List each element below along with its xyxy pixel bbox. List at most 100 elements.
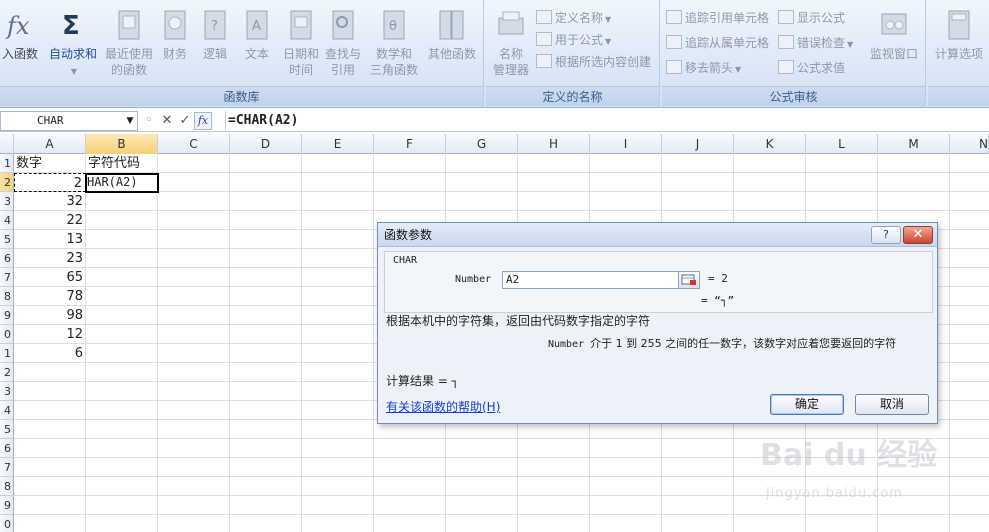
cell-b1[interactable]: 字符代码 bbox=[86, 154, 158, 173]
evaluate-formula-button[interactable]: 公式求值 bbox=[778, 58, 845, 78]
ok-button[interactable]: 确定 bbox=[770, 394, 844, 415]
trace-precedents-button[interactable]: 追踪引用单元格 bbox=[666, 8, 769, 28]
evaluate-formula-icon bbox=[778, 60, 794, 74]
book-icon bbox=[164, 10, 186, 40]
row-header[interactable]: 6 bbox=[0, 249, 13, 268]
cell-a4[interactable]: 22 bbox=[14, 211, 86, 230]
column-header-l[interactable]: L bbox=[806, 134, 878, 154]
datetime-button[interactable]: 日期和 时间 bbox=[280, 6, 322, 82]
calc-options-button[interactable]: 计算选项 bbox=[930, 6, 988, 82]
cell-a7[interactable]: 65 bbox=[14, 268, 86, 287]
row-header[interactable]: 3 bbox=[0, 382, 13, 401]
cell-a2[interactable]: 2 bbox=[14, 173, 86, 192]
more-functions-button[interactable]: 其他函数 bbox=[424, 6, 480, 82]
math-button[interactable]: θ 数学和 三角函数 bbox=[364, 6, 424, 82]
row-header[interactable]: 8 bbox=[0, 477, 13, 496]
column-header-k[interactable]: K bbox=[734, 134, 806, 154]
cell-b2-editing[interactable]: HAR(A2) bbox=[85, 173, 159, 193]
column-header-c[interactable]: C bbox=[158, 134, 230, 154]
select-all-corner[interactable] bbox=[0, 134, 14, 154]
error-checking-icon bbox=[778, 35, 794, 49]
formula-input[interactable]: =CHAR(A2) bbox=[225, 111, 989, 131]
column-header-d[interactable]: D bbox=[230, 134, 302, 154]
close-icon[interactable]: ✕ bbox=[903, 226, 933, 244]
math-label-2: 三角函数 bbox=[369, 63, 418, 77]
define-name-button[interactable]: 定义名称 ▼ bbox=[536, 8, 611, 28]
name-manager-button[interactable]: 名称 管理器 bbox=[488, 6, 534, 82]
row-header[interactable]: 7 bbox=[0, 268, 13, 287]
use-in-formula-button[interactable]: 用于公式 ▼ bbox=[536, 30, 611, 50]
create-from-selection-label: 根据所选内容创建 bbox=[555, 55, 652, 69]
collapse-dialog-icon[interactable] bbox=[678, 271, 700, 289]
remove-arrows-button[interactable]: 移去箭头 ▼ bbox=[666, 58, 741, 78]
row-header[interactable]: 4 bbox=[0, 211, 13, 230]
number-arg-value: = 2 bbox=[708, 272, 728, 285]
cell-a1[interactable]: 数字 bbox=[14, 154, 86, 173]
expand-icon[interactable]: ◦ bbox=[140, 111, 158, 131]
lookup-label-1: 查找与 bbox=[324, 47, 361, 61]
autosum-button[interactable]: Σ 自动求和 ▼ bbox=[44, 6, 102, 82]
row-header[interactable]: 0 bbox=[0, 325, 13, 344]
cell-a6[interactable]: 23 bbox=[14, 249, 86, 268]
book-icon: θ bbox=[383, 10, 405, 40]
name-manager-label-2: 管理器 bbox=[492, 63, 529, 77]
column-header-e[interactable]: E bbox=[302, 134, 374, 154]
insert-function-button[interactable]: fx 入函数 bbox=[0, 6, 40, 82]
show-formulas-button[interactable]: 显示公式 bbox=[778, 8, 845, 28]
row-header[interactable]: 6 bbox=[0, 439, 13, 458]
help-icon[interactable]: ? bbox=[871, 226, 901, 244]
cancel-button[interactable]: 取消 bbox=[855, 394, 929, 415]
cell-a5[interactable]: 13 bbox=[14, 230, 86, 249]
text-functions-button[interactable]: A 文本 bbox=[240, 6, 274, 82]
lookup-button[interactable]: 查找与 引用 bbox=[322, 6, 364, 82]
error-checking-button[interactable]: 错误检查 ▼ bbox=[778, 33, 853, 53]
watermark-url: jingyan.baidu.com bbox=[766, 486, 903, 501]
cancel-icon[interactable]: ✕ bbox=[158, 111, 176, 131]
row-header[interactable]: 1 bbox=[0, 154, 13, 173]
recent-functions-button[interactable]: 最近使用 的函数 bbox=[103, 6, 155, 82]
row-headers: 1 2 3 4 5 6 7 8 9 0 1 2 3 4 5 6 7 8 9 0 bbox=[0, 154, 14, 532]
row-header[interactable]: 8 bbox=[0, 287, 13, 306]
number-arg-input[interactable]: A2 bbox=[502, 271, 694, 289]
column-header-m[interactable]: M bbox=[878, 134, 950, 154]
cell-a8[interactable]: 78 bbox=[14, 287, 86, 306]
column-header-b[interactable]: B bbox=[86, 134, 158, 154]
row-header[interactable]: 7 bbox=[0, 458, 13, 477]
row-header[interactable]: 1 bbox=[0, 344, 13, 363]
column-header-i[interactable]: I bbox=[590, 134, 662, 154]
row-header[interactable]: 5 bbox=[0, 420, 13, 439]
logical-button[interactable]: ? 逻辑 bbox=[198, 6, 232, 82]
name-box[interactable]: CHAR bbox=[0, 111, 138, 131]
column-header-f[interactable]: F bbox=[374, 134, 446, 154]
cell-a11[interactable]: 6 bbox=[14, 344, 86, 363]
row-header[interactable]: 9 bbox=[0, 496, 13, 515]
row-header[interactable]: 2 bbox=[0, 363, 13, 382]
trace-precedents-icon bbox=[666, 10, 682, 24]
financial-button[interactable]: 财务 bbox=[158, 6, 192, 82]
autosum-label: 自动求和 bbox=[48, 47, 97, 61]
create-from-selection-button[interactable]: 根据所选内容创建 bbox=[536, 52, 651, 72]
svg-text:θ: θ bbox=[389, 19, 397, 34]
column-header-j[interactable]: J bbox=[662, 134, 734, 154]
dialog-title[interactable]: 函数参数 bbox=[378, 223, 937, 247]
group-label-formula-auditing: 公式审核 bbox=[662, 86, 925, 106]
cell-a9[interactable]: 98 bbox=[14, 306, 86, 325]
column-header-n[interactable]: N bbox=[950, 134, 989, 154]
row-header[interactable]: 5 bbox=[0, 230, 13, 249]
insert-function-icon[interactable]: fx bbox=[194, 112, 212, 130]
enter-icon[interactable]: ✓ bbox=[176, 111, 194, 131]
cell-a10[interactable]: 12 bbox=[14, 325, 86, 344]
row-header[interactable]: 9 bbox=[0, 306, 13, 325]
column-header-g[interactable]: G bbox=[446, 134, 518, 154]
trace-dependents-button[interactable]: 追踪从属单元格 bbox=[666, 33, 769, 53]
row-header[interactable]: 0 bbox=[0, 515, 13, 532]
column-header-a[interactable]: A bbox=[14, 134, 86, 154]
chevron-down-icon[interactable]: ▼ bbox=[124, 111, 136, 131]
row-header[interactable]: 2 bbox=[0, 173, 13, 192]
function-help-link[interactable]: 有关该函数的帮助(H) bbox=[386, 398, 500, 415]
row-header[interactable]: 4 bbox=[0, 401, 13, 420]
watch-window-button[interactable]: 监视窗口 bbox=[864, 6, 924, 82]
row-header[interactable]: 3 bbox=[0, 192, 13, 211]
column-header-h[interactable]: H bbox=[518, 134, 590, 154]
cell-a3[interactable]: 32 bbox=[14, 192, 86, 211]
